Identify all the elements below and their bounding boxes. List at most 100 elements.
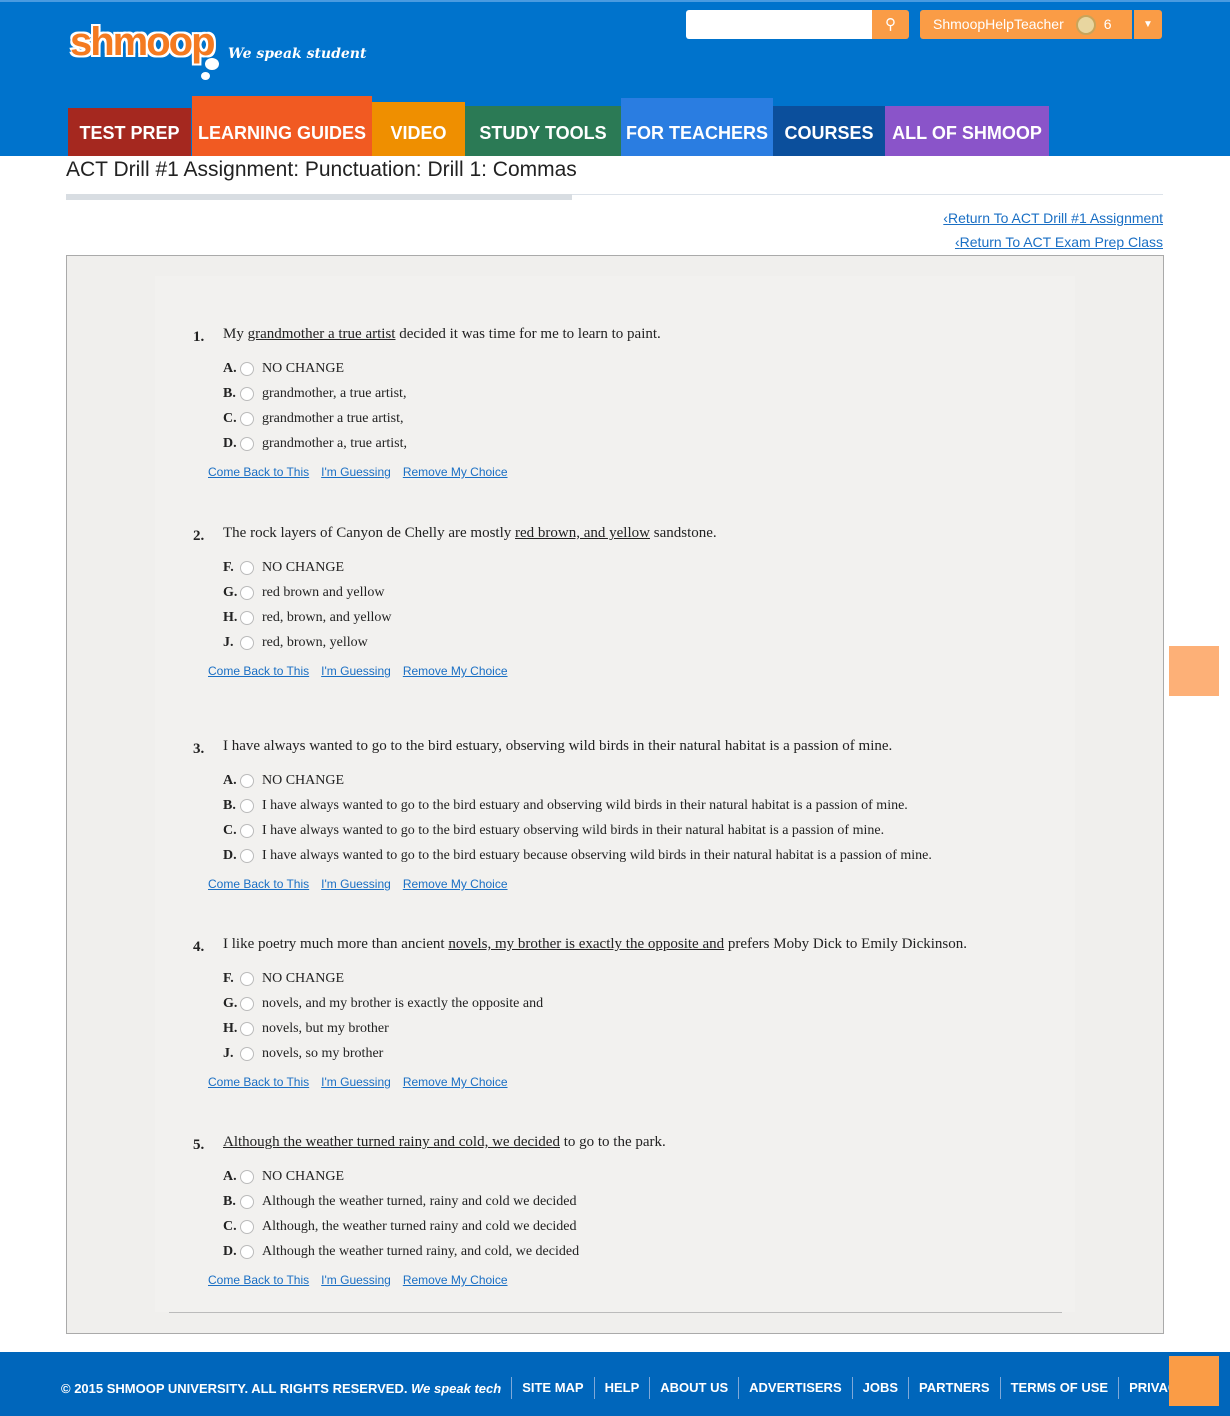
- footer-link-advertisers[interactable]: ADVERTISERS: [738, 1377, 851, 1399]
- radio-button[interactable]: [240, 799, 254, 813]
- answer-option[interactable]: D. Although the weather turned rainy, and…: [223, 1244, 579, 1260]
- search-input[interactable]: [686, 10, 872, 39]
- radio-button[interactable]: [240, 824, 254, 838]
- come-back-link[interactable]: Come Back to This: [208, 1273, 309, 1287]
- question-stem: I have always wanted to go to the bird e…: [223, 738, 893, 754]
- come-back-link[interactable]: Come Back to This: [208, 465, 309, 479]
- search-button[interactable]: ⚲: [872, 10, 909, 39]
- nav-tab-for-teachers[interactable]: FOR TEACHERS: [621, 98, 773, 156]
- answer-option[interactable]: G. red brown and yellow: [223, 585, 384, 601]
- question-stem: Although the weather turned rainy and co…: [223, 1134, 666, 1150]
- feedback-tab[interactable]: [1169, 646, 1219, 696]
- radio-button[interactable]: [240, 611, 254, 625]
- come-back-link[interactable]: Come Back to This: [208, 664, 309, 678]
- answer-option[interactable]: J. novels, so my brother: [223, 1046, 383, 1062]
- nav-tab-courses[interactable]: COURSES: [773, 106, 885, 156]
- answer-option[interactable]: B. Although the weather turned, rainy and…: [223, 1194, 577, 1210]
- radio-button[interactable]: [240, 561, 254, 575]
- remove-choice-link[interactable]: Remove My Choice: [403, 877, 508, 891]
- answer-option[interactable]: C. grandmother a true artist,: [223, 411, 404, 427]
- remove-choice-link[interactable]: Remove My Choice: [403, 664, 508, 678]
- radio-button[interactable]: [240, 1022, 254, 1036]
- nav-tab-test-prep[interactable]: TEST PREP: [68, 108, 191, 156]
- footer-link-terms-of-use[interactable]: TERMS OF USE: [999, 1377, 1119, 1399]
- divider: [169, 1312, 1062, 1313]
- page-title: ACT Drill #1 Assignment: Punctuation: Dr…: [66, 158, 577, 181]
- nav-tab-label: STUDY TOOLS: [479, 123, 607, 143]
- answer-option[interactable]: F. NO CHANGE: [223, 971, 344, 987]
- radio-button[interactable]: [240, 1245, 254, 1259]
- radio-button[interactable]: [240, 412, 254, 426]
- answer-option[interactable]: H. novels, but my brother: [223, 1021, 389, 1037]
- question-stem: I like poetry much more than ancient nov…: [223, 936, 968, 952]
- answer-option[interactable]: J. red, brown, yellow: [223, 635, 368, 651]
- radio-button[interactable]: [240, 972, 254, 986]
- footer-link-help[interactable]: HELP: [593, 1377, 650, 1399]
- user-dropdown-button[interactable]: ▼: [1134, 10, 1162, 39]
- footer-link-about-us[interactable]: ABOUT US: [649, 1377, 738, 1399]
- radio-button[interactable]: [240, 362, 254, 376]
- radio-button[interactable]: [240, 849, 254, 863]
- answer-option[interactable]: F. NO CHANGE: [223, 560, 344, 576]
- return-assignment-link[interactable]: ‹Return To ACT Drill #1 Assignment: [943, 210, 1163, 226]
- shmoop-logo[interactable]: shmoop: [70, 20, 216, 65]
- answer-option[interactable]: A. NO CHANGE: [223, 773, 344, 789]
- come-back-link[interactable]: Come Back to This: [208, 1075, 309, 1089]
- radio-button[interactable]: [240, 1047, 254, 1061]
- guessing-link[interactable]: I'm Guessing: [321, 877, 391, 891]
- remove-choice-link[interactable]: Remove My Choice: [403, 465, 508, 479]
- come-back-link[interactable]: Come Back to This: [208, 877, 309, 891]
- question-number: 5.: [193, 1137, 205, 1153]
- underlined-portion: novels, my brother is exactly the opposi…: [448, 936, 725, 952]
- radio-button[interactable]: [240, 1170, 254, 1184]
- footer-link-jobs[interactable]: JOBS: [851, 1377, 908, 1399]
- scroll-top-button[interactable]: [1169, 1356, 1219, 1406]
- radio-button[interactable]: [240, 774, 254, 788]
- radio-button[interactable]: [240, 636, 254, 650]
- nav-tab-label: LEARNING GUIDES: [197, 123, 366, 143]
- nav-tab-all-of-shmoop[interactable]: ALL OF SHMOOP: [885, 106, 1049, 156]
- guessing-link[interactable]: I'm Guessing: [321, 1075, 391, 1089]
- answer-option[interactable]: B. I have always wanted to go to the bird…: [223, 798, 908, 814]
- remove-choice-link[interactable]: Remove My Choice: [403, 1273, 508, 1287]
- answer-option[interactable]: C. I have always wanted to go to the bird…: [223, 823, 884, 839]
- radio-button[interactable]: [240, 1195, 254, 1209]
- answer-option[interactable]: H. red, brown, and yellow: [223, 610, 391, 626]
- question-stem: My grandmother a true artist decided it …: [223, 326, 661, 342]
- search-icon: ⚲: [885, 16, 896, 33]
- nav-tab-study-tools[interactable]: STUDY TOOLS: [465, 106, 621, 156]
- question-stem: The rock layers of Canyon de Chelly are …: [223, 525, 717, 541]
- caret-down-icon: ▼: [1143, 19, 1153, 30]
- return-class-link[interactable]: ‹Return To ACT Exam Prep Class: [955, 234, 1163, 250]
- underlined-portion: red brown, and yellow: [515, 525, 650, 541]
- user-menu-button[interactable]: ShmoopHelpTeacher 6: [920, 10, 1132, 39]
- nav-tab-label: COURSES: [784, 123, 874, 143]
- badge-icon: [1075, 15, 1096, 36]
- badge-count: 6: [1103, 16, 1112, 32]
- radio-button[interactable]: [240, 586, 254, 600]
- question-number: 4.: [193, 939, 205, 955]
- nav-tab-label: VIDEO: [390, 123, 447, 143]
- footer-link-partners[interactable]: PARTNERS: [908, 1377, 1000, 1399]
- answer-option[interactable]: D. I have always wanted to go to the bird…: [223, 848, 932, 864]
- nav-tab-video[interactable]: VIDEO: [372, 102, 465, 156]
- radio-button[interactable]: [240, 1220, 254, 1234]
- guessing-link[interactable]: I'm Guessing: [321, 465, 391, 479]
- nav-tab-label: ALL OF SHMOOP: [892, 123, 1042, 143]
- answer-option[interactable]: C. Although, the weather turned rainy and…: [223, 1219, 577, 1235]
- return-class-label: Return To ACT Exam Prep Class: [959, 234, 1163, 250]
- radio-button[interactable]: [240, 437, 254, 451]
- nav-tab-learning-guides[interactable]: LEARNING GUIDES: [192, 96, 372, 156]
- answer-option[interactable]: B. grandmother, a true artist,: [223, 386, 406, 402]
- answer-option[interactable]: D. grandmother a, true artist,: [223, 436, 407, 452]
- answer-option[interactable]: A. NO CHANGE: [223, 1169, 344, 1185]
- footer-link-site-map[interactable]: SITE MAP: [511, 1377, 593, 1399]
- radio-button[interactable]: [240, 387, 254, 401]
- remove-choice-link[interactable]: Remove My Choice: [403, 1075, 508, 1089]
- answer-option[interactable]: A. NO CHANGE: [223, 361, 344, 377]
- radio-button[interactable]: [240, 997, 254, 1011]
- guessing-link[interactable]: I'm Guessing: [321, 664, 391, 678]
- answer-option[interactable]: G. novels, and my brother is exactly the …: [223, 996, 543, 1012]
- question-number: 1.: [193, 329, 205, 345]
- guessing-link[interactable]: I'm Guessing: [321, 1273, 391, 1287]
